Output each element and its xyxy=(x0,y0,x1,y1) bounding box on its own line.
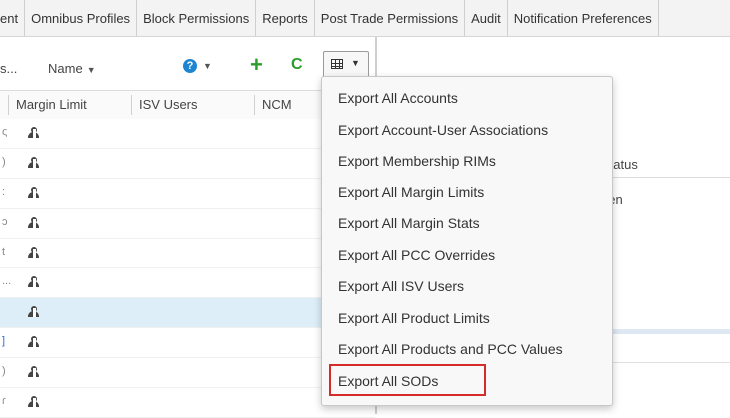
export-grid-button[interactable]: ▼ xyxy=(323,51,369,79)
table-body: ς ) : ɔ t ... ] ) ɾ xyxy=(0,119,375,418)
table-row[interactable]: ] xyxy=(0,328,375,359)
person-icon xyxy=(28,396,39,408)
column-margin-limit[interactable]: Margin Limit xyxy=(10,97,87,112)
grid-icon xyxy=(331,59,343,69)
table-row-selected[interactable] xyxy=(0,298,375,329)
refresh-icon[interactable]: C xyxy=(291,56,303,74)
tab-omnibus-profiles[interactable]: Omnibus Profiles xyxy=(25,0,138,36)
menu-item-export-all-product-limits[interactable]: Export All Product Limits xyxy=(338,310,490,326)
person-icon xyxy=(28,306,39,318)
tab-reports[interactable]: Reports xyxy=(256,0,315,36)
column-divider xyxy=(254,95,255,115)
menu-item-export-all-isv-users[interactable]: Export All ISV Users xyxy=(338,278,464,294)
table-row[interactable]: ) xyxy=(0,358,375,389)
table-row[interactable]: ς xyxy=(0,119,375,149)
toolbar: s... Name ▼ ? ▼ + C ▼ xyxy=(0,37,375,91)
table-row[interactable]: : xyxy=(0,178,375,209)
add-icon[interactable]: + xyxy=(250,52,263,78)
table-row[interactable]: ɾ xyxy=(0,388,375,418)
chevron-down-icon: ▼ xyxy=(351,58,360,68)
menu-item-export-all-pcc-overrides[interactable]: Export All PCC Overrides xyxy=(338,247,495,263)
export-menu: Export All Accounts Export Account-User … xyxy=(321,76,613,406)
column-divider xyxy=(8,95,9,115)
menu-item-export-all-margin-limits[interactable]: Export All Margin Limits xyxy=(338,184,484,200)
menu-item-export-membership-rims[interactable]: Export Membership RIMs xyxy=(338,153,496,169)
menu-item-export-account-user-associations[interactable]: Export Account-User Associations xyxy=(338,122,548,138)
tab-post-trade-permissions[interactable]: Post Trade Permissions xyxy=(315,0,466,36)
table-row[interactable]: t xyxy=(0,238,375,269)
table-row[interactable]: ɔ xyxy=(0,208,375,239)
tab-notification-preferences[interactable]: Notification Preferences xyxy=(508,0,659,36)
person-icon xyxy=(28,366,39,378)
column-header: Margin Limit ISV Users NCM xyxy=(0,90,375,120)
table-row[interactable]: ... xyxy=(0,268,375,299)
tab-clipped[interactable]: ent xyxy=(0,0,26,36)
chevron-down-icon[interactable]: ▼ xyxy=(203,61,212,71)
tab-bar: ent Omnibus Profiles Block Permissions R… xyxy=(0,0,730,37)
column-ncm[interactable]: NCM xyxy=(256,97,292,112)
person-icon xyxy=(28,216,39,228)
person-icon xyxy=(28,336,39,348)
sort-label: Name xyxy=(48,61,83,76)
person-icon xyxy=(28,186,39,198)
person-icon xyxy=(28,156,39,168)
table-row[interactable]: ) xyxy=(0,148,375,179)
person-icon xyxy=(28,246,39,258)
menu-item-export-all-products-and-pcc-values[interactable]: Export All Products and PCC Values xyxy=(338,341,563,357)
menu-item-export-all-accounts[interactable]: Export All Accounts xyxy=(338,90,458,106)
menu-item-export-all-margin-stats[interactable]: Export All Margin Stats xyxy=(338,215,480,231)
chevron-down-icon: ▼ xyxy=(86,65,96,75)
help-icon[interactable]: ? xyxy=(183,59,197,73)
sort-dropdown[interactable]: Name ▼ xyxy=(48,61,96,76)
person-icon xyxy=(28,276,39,288)
tab-block-permissions[interactable]: Block Permissions xyxy=(137,0,257,36)
tab-audit[interactable]: Audit xyxy=(465,0,508,36)
column-divider xyxy=(131,95,132,115)
person-icon xyxy=(28,127,39,138)
search-clipped[interactable]: s... xyxy=(0,61,17,76)
column-isv-users[interactable]: ISV Users xyxy=(133,97,198,112)
highlight-box xyxy=(329,364,486,396)
